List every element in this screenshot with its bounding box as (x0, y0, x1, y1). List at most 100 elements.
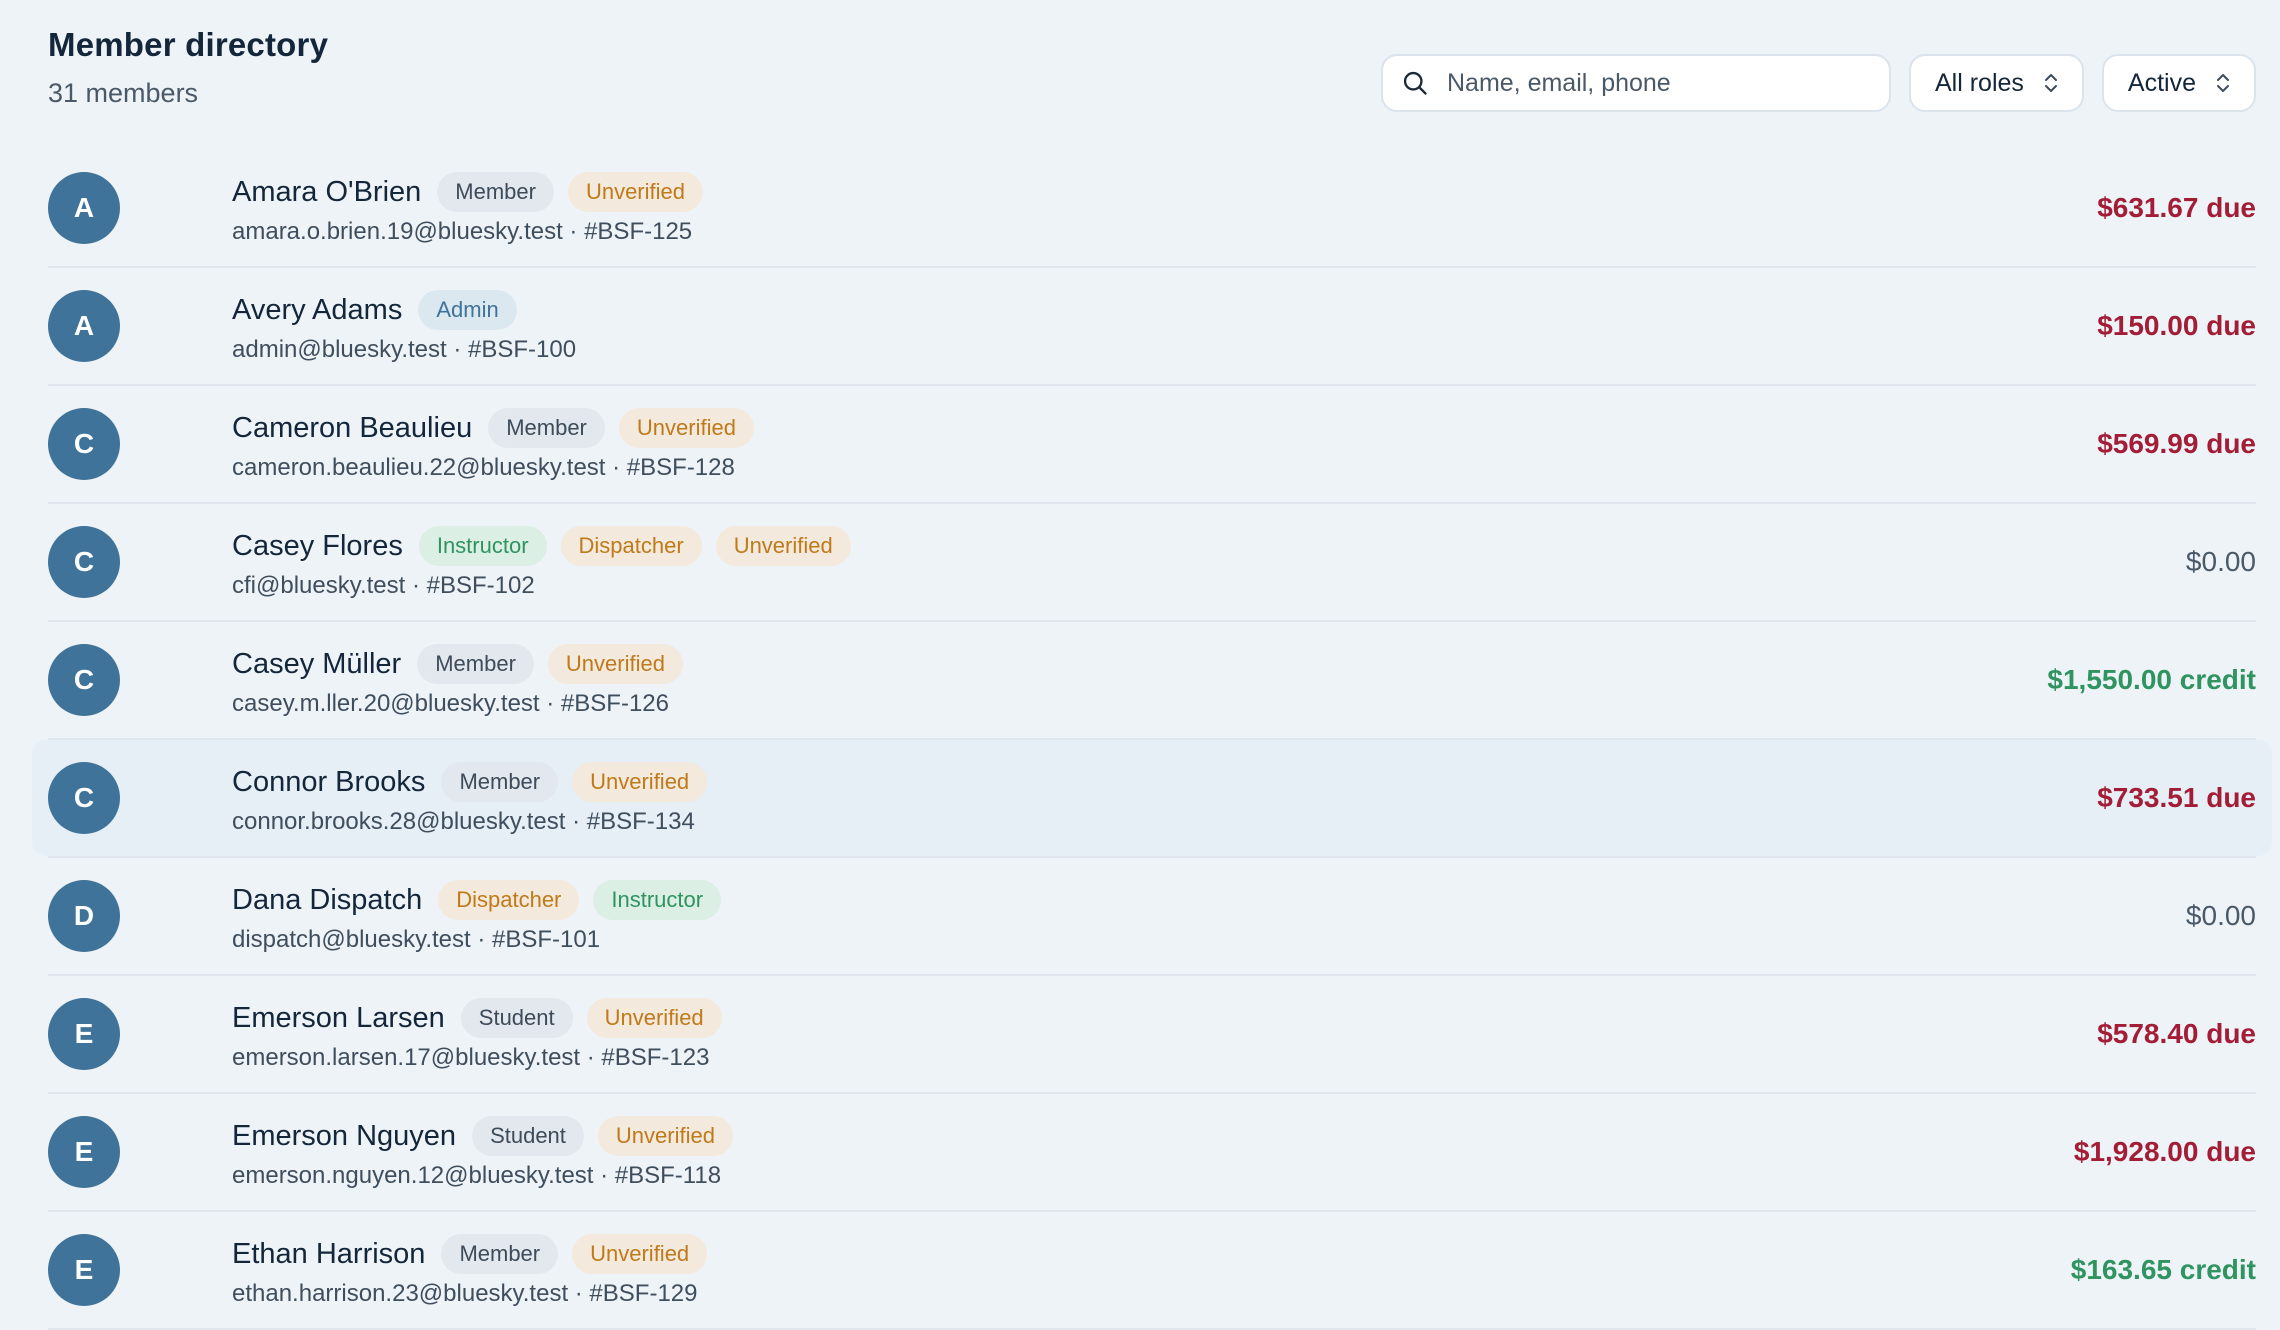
member-balance: $163.65 credit (2070, 1254, 2256, 1285)
member-row[interactable]: D Dana Dispatch Dispatcher Instructor dis… (48, 858, 2256, 976)
chevron-up-down-icon (2044, 74, 2057, 92)
unverified-badge: Unverified (547, 643, 683, 685)
member-name[interactable]: Cameron Beaulieu (232, 412, 472, 445)
member-name[interactable]: Emerson Nguyen (232, 1120, 456, 1153)
header: Member directory 31 members All roles Ac… (48, 0, 2256, 150)
member-count: 31 members (48, 78, 199, 108)
member-name-line: Emerson Nguyen Student Unverified (232, 1114, 2074, 1158)
member-row[interactable]: E Emerson Larsen Student Unverified emers… (48, 976, 2256, 1094)
member-row[interactable]: C Casey Flores Instructor Dispatcher Unver… (48, 504, 2256, 622)
unverified-badge: Unverified (597, 1115, 733, 1157)
member-name[interactable]: Casey Müller (232, 648, 401, 681)
member-info: Amara O'Brien Member Unverified amara.o.b… (232, 170, 2097, 246)
member-balance: $578.40 due (2097, 1018, 2256, 1049)
avatar: C (48, 644, 120, 716)
member-name[interactable]: Casey Flores (232, 530, 403, 563)
chevron-up-down-icon (2217, 74, 2229, 92)
avatar: A (48, 172, 120, 244)
dispatcher-badge: Dispatcher (438, 879, 580, 921)
member-name-line: Emerson Larsen Student Unverified (232, 996, 2097, 1040)
member-info: Emerson Larsen Student Unverified emerson… (232, 996, 2097, 1072)
member-meta: casey.m.ller.20@bluesky.test · #BSF-126 (232, 690, 669, 717)
member-name[interactable]: Avery Adams (232, 294, 402, 327)
member-row[interactable]: A Amara O'Brien Member Unverified amara.o… (48, 150, 2256, 268)
avatar: C (48, 408, 120, 480)
member-balance: $1,928.00 due (2073, 1136, 2256, 1167)
member-info: Casey Müller Member Unverified casey.m.ll… (232, 642, 2047, 718)
member-info: Cameron Beaulieu Member Unverified camero… (232, 406, 2097, 482)
member-name-line: Casey Müller Member Unverified (232, 642, 2047, 686)
member-balance: $733.51 due (2097, 782, 2256, 813)
member-badge: Member (437, 171, 554, 213)
member-row[interactable]: C Connor Brooks Member Unverified connor.… (32, 740, 2272, 858)
page-title: Member directory (48, 26, 329, 63)
member-badge: Member (417, 643, 534, 685)
member-meta: emerson.nguyen.12@bluesky.test · #BSF-11… (232, 1162, 722, 1189)
instructor-badge: Instructor (418, 525, 547, 567)
member-name[interactable]: Dana Dispatch (232, 884, 422, 917)
member-meta: cameron.beaulieu.22@bluesky.test · #BSF-… (232, 454, 735, 481)
role-filter-value: All roles (1934, 68, 2024, 97)
member-info: Casey Flores Instructor Dispatcher Unverif… (232, 524, 2186, 600)
member-info: Avery Adams Admin admin@bluesky.test · #… (232, 288, 2097, 364)
member-meta: cfi@bluesky.test · #BSF-102 (232, 572, 535, 599)
member-name-line: Connor Brooks Member Unverified (232, 760, 2097, 804)
member-info: Ethan Harrison Member Unverified ethan.ha… (232, 1232, 2071, 1308)
search-icon (1403, 71, 1427, 95)
member-row[interactable]: C Casey Müller Member Unverified casey.m.… (48, 622, 2256, 740)
member-name[interactable]: Ethan Harrison (232, 1238, 425, 1271)
member-info: Connor Brooks Member Unverified connor.br… (232, 760, 2097, 836)
member-name[interactable]: Emerson Larsen (232, 1002, 445, 1035)
student-badge: Student (460, 997, 573, 1039)
member-row[interactable]: E Ethan Harrison Member Unverified ethan.… (48, 1212, 2256, 1330)
unverified-badge: Unverified (572, 761, 708, 803)
avatar: C (48, 526, 120, 598)
member-badge: Member (441, 1233, 559, 1275)
toolbar: All roles Active (1380, 54, 2256, 112)
member-name-line: Ethan Harrison Member Unverified (232, 1232, 2071, 1276)
member-balance: $569.99 due (2097, 428, 2256, 459)
avatar: C (48, 762, 120, 834)
search-input[interactable] (1444, 67, 1871, 99)
dispatcher-badge: Dispatcher (560, 525, 702, 567)
member-name-line: Avery Adams Admin (232, 288, 2097, 332)
unverified-badge: Unverified (715, 525, 851, 567)
member-balance: $1,550.00 credit (2047, 664, 2256, 695)
unverified-badge: Unverified (586, 997, 722, 1039)
status-filter-select[interactable]: Active (2101, 54, 2256, 112)
member-meta: dispatch@bluesky.test · #BSF-101 (232, 926, 601, 953)
member-meta: emerson.larsen.17@bluesky.test · #BSF-12… (232, 1044, 710, 1071)
member-name[interactable]: Connor Brooks (232, 766, 425, 799)
member-list: A Amara O'Brien Member Unverified amara.o… (32, 150, 2272, 1330)
member-meta: amara.o.brien.19@bluesky.test · #BSF-125 (232, 218, 693, 245)
member-info: Dana Dispatch Dispatcher Instructor dispa… (232, 878, 2186, 954)
member-badge: Member (488, 407, 605, 449)
avatar: A (48, 290, 120, 362)
avatar: E (48, 998, 120, 1070)
member-name-line: Casey Flores Instructor Dispatcher Unverif… (232, 524, 2186, 568)
student-badge: Student (472, 1115, 584, 1157)
member-row[interactable]: E Emerson Nguyen Student Unverified emers… (48, 1094, 2256, 1212)
member-name[interactable]: Amara O'Brien (232, 176, 421, 209)
member-row[interactable]: C Cameron Beaulieu Member Unverified came… (48, 386, 2256, 504)
member-meta: ethan.harrison.23@bluesky.test · #BSF-12… (232, 1280, 698, 1307)
search-box[interactable] (1380, 54, 1891, 112)
avatar: D (48, 880, 120, 952)
member-balance: $631.67 due (2097, 192, 2256, 223)
member-directory-page: Member directory 31 members All roles Ac… (0, 0, 2280, 1330)
avatar: E (48, 1234, 120, 1306)
unverified-badge: Unverified (567, 171, 703, 213)
member-meta: admin@bluesky.test · #BSF-100 (232, 336, 577, 363)
member-name-line: Amara O'Brien Member Unverified (232, 170, 2097, 214)
member-name-line: Dana Dispatch Dispatcher Instructor (232, 878, 2186, 922)
member-badge: Member (441, 761, 559, 803)
role-filter-select[interactable]: All roles (1908, 54, 2084, 112)
status-filter-value: Active (2127, 68, 2196, 97)
member-meta: connor.brooks.28@bluesky.test · #BSF-134 (232, 808, 695, 835)
member-info: Emerson Nguyen Student Unverified emerson… (232, 1114, 2074, 1190)
unverified-badge: Unverified (572, 1233, 708, 1275)
member-balance: $150.00 due (2097, 310, 2256, 341)
member-row[interactable]: A Avery Adams Admin admin@bluesky.test ·… (48, 268, 2256, 386)
member-balance: $0.00 (2185, 546, 2256, 577)
member-balance: $0.00 (2185, 900, 2256, 931)
